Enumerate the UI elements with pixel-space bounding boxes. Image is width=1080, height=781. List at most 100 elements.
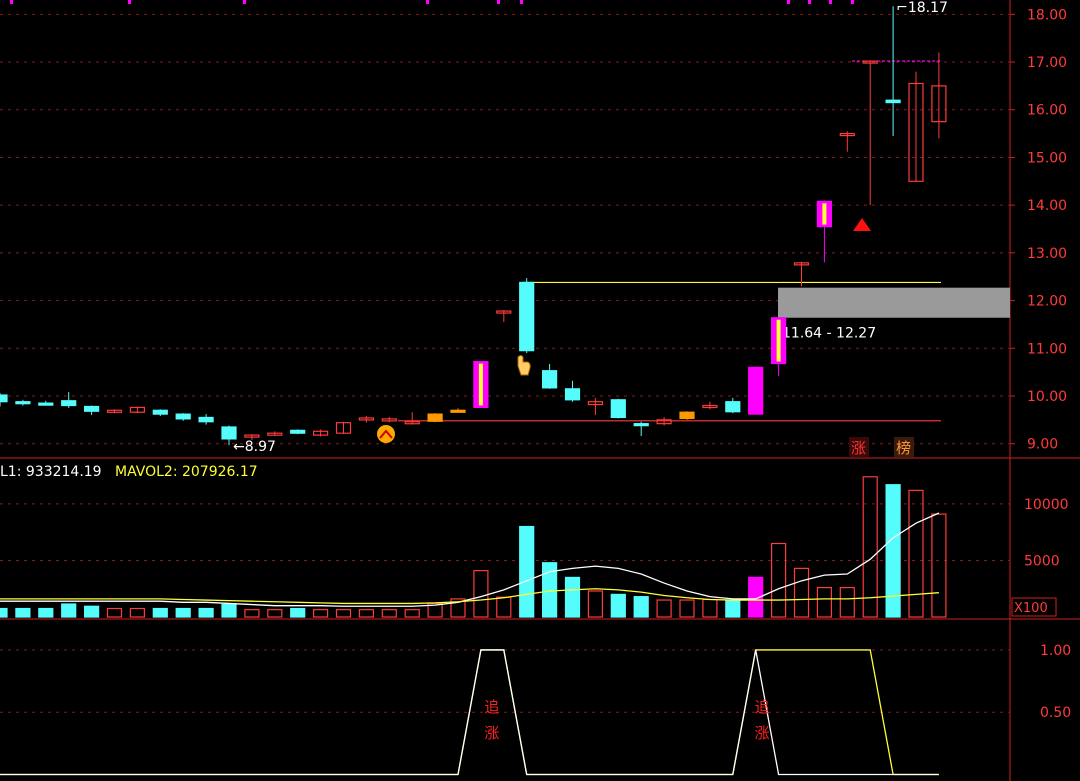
volume-bar bbox=[0, 607, 8, 618]
volume-bar bbox=[725, 599, 741, 618]
limit-up-stripe bbox=[822, 203, 827, 225]
volume-bar bbox=[129, 607, 145, 618]
candle-body bbox=[633, 423, 649, 427]
price-tick-label: 15.00 bbox=[1027, 150, 1067, 166]
volume-bar bbox=[496, 596, 512, 618]
candle-body bbox=[0, 394, 8, 403]
warning-badge-icon bbox=[377, 425, 395, 443]
top-edge-marker bbox=[128, 0, 131, 4]
volume-bar bbox=[656, 599, 672, 618]
stock-chart: 9.00 10.00 11.00 12.00 13.00 14.00 15.00 16.00 1… bbox=[0, 0, 1080, 781]
volume-bar bbox=[290, 607, 306, 618]
volume-bar bbox=[908, 489, 924, 618]
volume-multiplier-label: X100 bbox=[1014, 601, 1048, 616]
candle-body bbox=[198, 416, 214, 423]
volume-bar bbox=[519, 525, 535, 618]
price-tick-label: 13.00 bbox=[1027, 246, 1067, 262]
volume-bar bbox=[221, 603, 237, 618]
candle-body bbox=[221, 426, 237, 440]
high-price-label: ⌐18.17 bbox=[896, 0, 948, 16]
candle-body bbox=[748, 366, 764, 415]
volume-bar bbox=[885, 484, 901, 618]
up-triangle-icon bbox=[853, 218, 871, 231]
top-edge-marker bbox=[787, 0, 790, 4]
candle-body bbox=[175, 413, 191, 420]
volume-bar bbox=[175, 607, 191, 618]
signal-marker-top: 追 bbox=[755, 698, 770, 716]
candle-body bbox=[564, 388, 581, 401]
top-edge-marker bbox=[243, 0, 246, 4]
volume-bar bbox=[83, 605, 100, 618]
signal-marker-bottom: 涨 bbox=[755, 724, 770, 742]
volume-bar bbox=[839, 586, 855, 618]
candle-body bbox=[450, 409, 466, 413]
volume-bar bbox=[404, 609, 420, 618]
candle-body bbox=[610, 399, 626, 419]
volume-bar bbox=[358, 609, 374, 618]
volume-bar bbox=[313, 609, 329, 618]
candle-body bbox=[38, 402, 54, 406]
volume-tick-label: 10000 bbox=[1024, 497, 1069, 513]
candle-body bbox=[679, 411, 695, 420]
volume-bar bbox=[15, 607, 31, 618]
low-price-label: ←8.97 bbox=[233, 439, 276, 455]
volume-bar bbox=[61, 603, 77, 618]
candle-body bbox=[885, 99, 901, 104]
price-tick-label: 17.00 bbox=[1027, 55, 1067, 71]
top-edge-marker bbox=[520, 0, 523, 4]
signal-tick-label: 0.50 bbox=[1040, 705, 1071, 721]
volume-bar bbox=[770, 542, 787, 618]
volume-bar bbox=[381, 609, 397, 618]
volume-bar bbox=[564, 576, 581, 618]
top-edge-marker bbox=[851, 0, 854, 4]
price-tick-label: 12.00 bbox=[1027, 294, 1067, 310]
volume-bar bbox=[473, 570, 489, 618]
volume-bar bbox=[702, 598, 718, 618]
volume-bar bbox=[38, 607, 54, 618]
top-edge-marker bbox=[808, 0, 811, 4]
volume-bar bbox=[816, 586, 833, 618]
pointer-hand-icon bbox=[517, 355, 531, 376]
candle-body bbox=[541, 370, 558, 389]
limit-up-stripe bbox=[776, 319, 781, 362]
price-zone-box bbox=[778, 287, 1010, 318]
signal-marker-bottom: 涨 bbox=[484, 724, 499, 742]
signal-marker-top: 追 bbox=[484, 698, 499, 716]
volume-bar bbox=[679, 599, 695, 618]
volume-bar bbox=[244, 609, 260, 618]
volume-tick-label: 5000 bbox=[1024, 553, 1060, 569]
volume-legend-mavol2: MAVOL2: 207926.17 bbox=[115, 464, 258, 480]
top-edge-marker bbox=[426, 0, 429, 4]
candle-body bbox=[83, 405, 100, 412]
candle-body bbox=[15, 401, 31, 405]
volume-bar bbox=[335, 609, 352, 618]
candle-body bbox=[61, 400, 77, 407]
top-edge-marker bbox=[10, 0, 13, 4]
volume-bar bbox=[633, 596, 649, 618]
limit-up-stripe bbox=[478, 363, 483, 406]
signal-tick-label: 1.00 bbox=[1040, 643, 1071, 659]
price-zone-label: 11.64 - 12.27 bbox=[782, 326, 876, 342]
volume-bar bbox=[793, 567, 810, 618]
candle-body bbox=[519, 281, 535, 352]
price-tick-label: 11.00 bbox=[1027, 341, 1067, 357]
price-tick-label: 9.00 bbox=[1027, 437, 1058, 453]
tag-bang: 榜 bbox=[896, 439, 911, 457]
price-tick-label: 10.00 bbox=[1027, 389, 1067, 405]
volume-bar bbox=[198, 607, 214, 618]
candle-body bbox=[725, 401, 741, 413]
top-edge-marker bbox=[497, 0, 500, 4]
candle-body bbox=[290, 429, 306, 434]
volume-bar bbox=[862, 476, 878, 618]
mavol1-line bbox=[0, 512, 940, 607]
volume-legend-l1: L1: 933214.19 bbox=[0, 464, 102, 480]
top-edge-marker bbox=[829, 0, 832, 4]
volume-bar bbox=[610, 593, 626, 618]
tag-zhang: 涨 bbox=[851, 439, 866, 457]
volume-bar bbox=[931, 513, 947, 618]
signal-line-white bbox=[0, 649, 939, 776]
volume-bar bbox=[587, 590, 604, 618]
price-tick-label: 14.00 bbox=[1027, 198, 1067, 214]
candle-body bbox=[427, 413, 443, 422]
price-tick-label: 16.00 bbox=[1027, 103, 1067, 119]
